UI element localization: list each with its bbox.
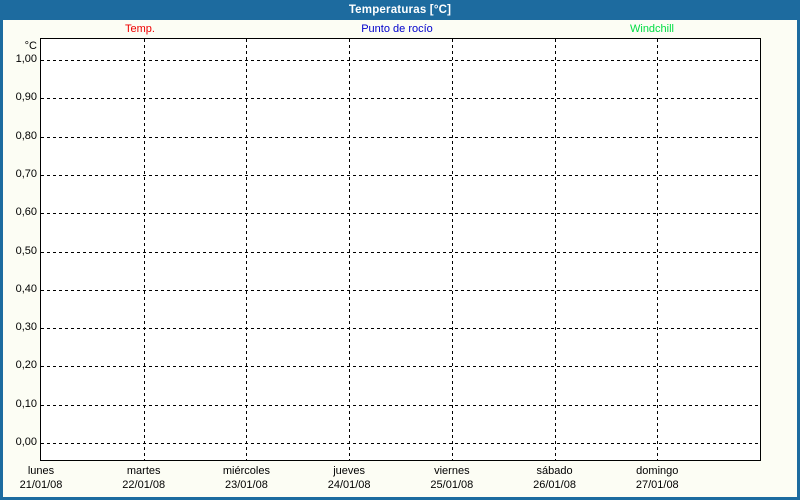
y-axis-tick-label: 0,50 bbox=[15, 244, 37, 257]
h-gridline bbox=[41, 174, 760, 176]
v-gridline bbox=[144, 39, 145, 460]
y-axis-tick-label: 0,30 bbox=[15, 321, 37, 334]
legend-item: Temp. bbox=[125, 23, 155, 35]
y-axis-tick-label: 0,90 bbox=[15, 91, 37, 104]
y-axis-tick-label: 0,70 bbox=[15, 167, 37, 180]
y-axis-tick-label: 0,00 bbox=[15, 436, 37, 448]
chart-title: Temperaturas [°C] bbox=[348, 4, 452, 16]
x-axis-day-label: miércoles bbox=[222, 465, 270, 477]
x-axis-day-label: martes bbox=[126, 465, 161, 477]
y-axis-tick-label: 0,60 bbox=[15, 206, 37, 219]
x-axis-day-label: viernes bbox=[434, 465, 470, 477]
plot-area bbox=[40, 38, 761, 461]
y-axis-tick-label: 0,40 bbox=[15, 282, 37, 295]
y-axis-tick-label: 1,00 bbox=[15, 53, 37, 65]
y-axis-unit-label: °C bbox=[24, 40, 37, 52]
x-axis-date-label: 23/01/08 bbox=[225, 479, 268, 491]
h-gridline bbox=[41, 213, 760, 215]
h-gridline bbox=[41, 136, 760, 138]
x-axis-date-label: 24/01/08 bbox=[327, 479, 371, 491]
legend: Temp. Punto de rocío Windchill bbox=[0, 21, 800, 38]
x-axis-date-label: 26/01/08 bbox=[533, 479, 576, 491]
h-gridline bbox=[41, 289, 760, 291]
h-gridline bbox=[41, 443, 760, 444]
v-gridline bbox=[246, 39, 247, 460]
h-gridline bbox=[41, 404, 760, 406]
h-gridline bbox=[41, 366, 760, 368]
h-gridline bbox=[41, 251, 760, 253]
legend-item: Windchill bbox=[629, 23, 675, 35]
h-gridline bbox=[41, 98, 760, 100]
v-gridline bbox=[452, 39, 453, 460]
h-gridline bbox=[41, 60, 760, 61]
x-axis-date-label: 25/01/08 bbox=[430, 479, 474, 491]
x-axis-day-label: lunes bbox=[27, 465, 55, 477]
v-gridline bbox=[657, 39, 658, 460]
chart-title-bar: Temperaturas [°C] bbox=[0, 0, 800, 20]
x-axis-date-label: 27/01/08 bbox=[635, 479, 679, 491]
v-gridline bbox=[349, 39, 350, 460]
y-axis-tick-label: 0,10 bbox=[15, 397, 37, 410]
x-axis-day-label: domingo bbox=[636, 465, 679, 477]
x-axis-day-label: jueves bbox=[333, 465, 366, 477]
legend-item: Punto de rocío bbox=[361, 23, 433, 35]
x-axis-day-label: sábado bbox=[536, 465, 573, 477]
v-gridline bbox=[555, 39, 556, 460]
chart-canvas: Temperaturas [°C] Temp. Punto de rocío Win… bbox=[0, 0, 800, 500]
y-axis-tick-label: 0,20 bbox=[15, 359, 37, 372]
h-gridline bbox=[41, 328, 760, 330]
x-axis-date-label: 21/01/08 bbox=[19, 479, 63, 491]
x-axis-date-label: 22/01/08 bbox=[122, 479, 166, 491]
y-axis-tick-label: 0,80 bbox=[15, 129, 37, 142]
